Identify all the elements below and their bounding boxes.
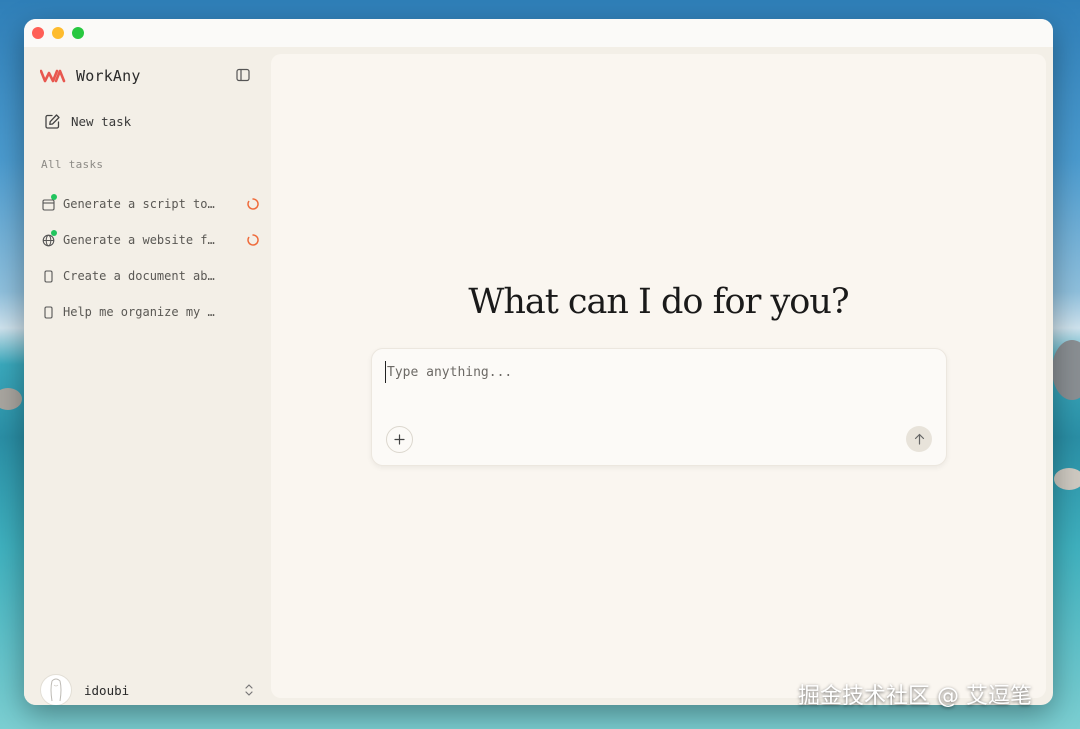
status-dot: [51, 230, 57, 236]
minimize-window-button[interactable]: [52, 27, 64, 39]
watermark: 掘金技术社区 @ 艾逗笔: [798, 684, 1032, 709]
background-rock: [1054, 468, 1080, 490]
main-panel: What can I do for you?: [271, 54, 1046, 698]
avatar: [40, 674, 72, 705]
user-menu[interactable]: idoubi: [40, 674, 254, 705]
task-item[interactable]: Help me organize my …: [39, 294, 259, 330]
loading-spinner-icon: [247, 234, 259, 246]
brand: WorkAny: [40, 65, 141, 87]
task-item[interactable]: Generate a website f…: [39, 222, 259, 258]
plus-icon: [394, 434, 405, 445]
phone-icon: [40, 304, 56, 320]
workany-logo-icon: [40, 69, 66, 83]
app-name: WorkAny: [76, 67, 141, 85]
username: idoubi: [84, 682, 130, 698]
globe-icon: [40, 230, 57, 248]
phone-icon: [40, 268, 56, 284]
task-list: Generate a script to… Generate a website…: [39, 186, 259, 330]
arrow-up-icon: [914, 433, 924, 445]
chevron-up-down-icon: [245, 684, 253, 696]
close-window-button[interactable]: [32, 27, 44, 39]
sidebar: WorkAny New task All tasks Generate a sc…: [24, 47, 270, 705]
loading-spinner-icon: [247, 198, 259, 210]
title-bar: [24, 19, 1053, 47]
task-item[interactable]: Generate a script to…: [39, 186, 259, 222]
sidebar-toggle-icon[interactable]: [236, 68, 250, 82]
task-label: Generate a website f…: [63, 233, 215, 247]
task-label: Generate a script to…: [63, 197, 215, 211]
background-rock: [1052, 340, 1080, 400]
calendar-icon: [40, 194, 57, 212]
status-dot: [51, 194, 57, 200]
send-button[interactable]: [906, 426, 932, 452]
edit-icon: [45, 113, 60, 129]
task-label: Create a document ab…: [63, 269, 215, 283]
composer: [371, 348, 947, 466]
maximize-window-button[interactable]: [72, 27, 84, 39]
prompt-input[interactable]: [385, 361, 927, 383]
add-attachment-button[interactable]: [386, 426, 413, 453]
new-task-button[interactable]: New task: [44, 111, 131, 131]
new-task-label: New task: [71, 113, 132, 129]
background-rock: [0, 388, 22, 410]
page-title: What can I do for you?: [468, 282, 849, 322]
task-label: Help me organize my …: [63, 305, 215, 319]
app-window: WorkAny New task All tasks Generate a sc…: [24, 19, 1053, 705]
task-item[interactable]: Create a document ab…: [39, 258, 259, 294]
all-tasks-heading: All tasks: [41, 158, 104, 171]
